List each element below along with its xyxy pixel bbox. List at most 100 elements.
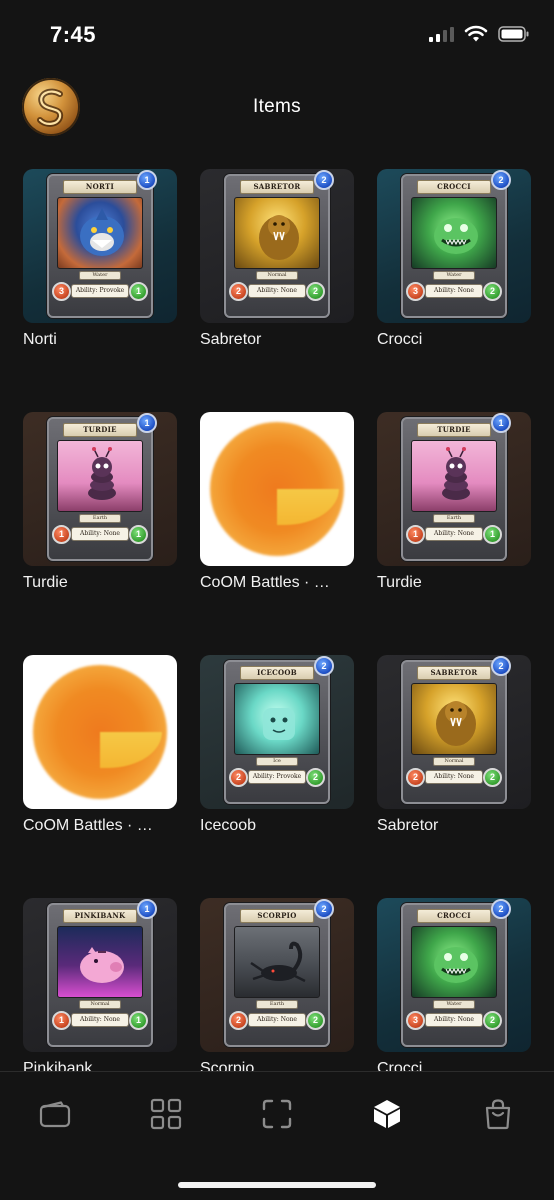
card-health: 1 xyxy=(129,525,148,544)
card-type: Water xyxy=(79,271,121,280)
tab-grid[interactable] xyxy=(146,1094,186,1134)
creature-art xyxy=(411,926,497,998)
home-indicator[interactable] xyxy=(178,1182,376,1188)
card-name: TURDIE xyxy=(417,423,491,437)
card-name: NORTI xyxy=(63,180,137,194)
item-tile[interactable]: ICECOOB 2 Ice 2 Ability: Provoke 2 Iceco… xyxy=(200,655,354,835)
card-cost: 1 xyxy=(137,170,157,190)
card-health: 1 xyxy=(129,1011,148,1030)
item-label: CoOM Battles · … xyxy=(23,817,153,834)
card-type: Water xyxy=(433,1000,475,1009)
game-card: SABRETOR 2 Normal 2 Ability: None 2 xyxy=(401,656,511,804)
game-card: NORTI 1 Water 3 Ability: Provoke 1 xyxy=(47,170,157,318)
game-card: CROCCI 2 Water 3 Ability: None 2 xyxy=(401,899,511,1047)
card-cost: 2 xyxy=(491,656,511,676)
signal-icon xyxy=(429,26,454,42)
card-cost: 1 xyxy=(137,413,157,433)
card-health: 2 xyxy=(483,1011,502,1030)
card-health: 2 xyxy=(483,282,502,301)
card-attack: 2 xyxy=(229,1011,248,1030)
item-thumbnail: CROCCI 2 Water 3 Ability: None 2 xyxy=(377,169,531,323)
item-tile[interactable]: TURDIE 1 Earth 1 Ability: None 1 Turdie xyxy=(377,412,531,592)
card-ability: Ability: None xyxy=(425,527,483,541)
item-tile[interactable]: SCORPIO 2 Earth 2 Ability: None 2 Scorpi… xyxy=(200,898,354,1078)
tab-wallet[interactable] xyxy=(35,1094,75,1134)
game-card: CROCCI 2 Water 3 Ability: None 2 xyxy=(401,170,511,318)
item-tile[interactable]: NORTI 1 Water 3 Ability: Provoke 1 Norti xyxy=(23,169,177,349)
card-type: Water xyxy=(433,271,475,280)
bottom-tab-bar xyxy=(0,1071,554,1200)
item-tile[interactable]: CROCCI 2 Water 3 Ability: None 2 Crocci xyxy=(377,169,531,349)
card-cost: 2 xyxy=(314,899,334,919)
card-ability: Ability: None xyxy=(425,770,483,784)
card-type: Earth xyxy=(79,514,121,523)
status-icons xyxy=(429,25,530,43)
status-time: 7:45 xyxy=(50,22,97,47)
item-thumbnail xyxy=(23,655,177,809)
item-tile[interactable]: TURDIE 1 Earth 1 Ability: None 1 Turdie xyxy=(23,412,177,592)
item-label: CoOM Battles · … xyxy=(200,574,330,591)
card-attack: 2 xyxy=(229,282,248,301)
creature-art xyxy=(57,926,143,998)
tab-items[interactable] xyxy=(367,1094,407,1134)
item-thumbnail xyxy=(200,412,354,566)
creature-art xyxy=(234,197,320,269)
item-thumbnail: TURDIE 1 Earth 1 Ability: None 1 xyxy=(23,412,177,566)
game-card: TURDIE 1 Earth 1 Ability: None 1 xyxy=(401,413,511,561)
card-attack: 3 xyxy=(52,282,71,301)
card-name: SABRETOR xyxy=(240,180,314,194)
item-tile[interactable]: CoOM Battles · … xyxy=(23,655,177,835)
card-cost: 1 xyxy=(491,413,511,433)
card-attack: 1 xyxy=(52,525,71,544)
grid-icon xyxy=(150,1098,182,1130)
game-card: PINKIBANK 1 Normal 1 Ability: None 1 xyxy=(47,899,157,1047)
card-name: CROCCI xyxy=(417,909,491,923)
creature-art xyxy=(57,197,143,269)
item-tile[interactable]: PINKIBANK 1 Normal 1 Ability: None 1 Pin… xyxy=(23,898,177,1078)
card-cost: 2 xyxy=(314,170,334,190)
creature-art xyxy=(234,683,320,755)
item-tile[interactable]: CoOM Battles · … xyxy=(200,412,354,592)
card-ability: Ability: None xyxy=(71,527,129,541)
tab-scan[interactable] xyxy=(257,1094,297,1134)
item-tile[interactable]: SABRETOR 2 Normal 2 Ability: None 2 Sabr… xyxy=(377,655,531,835)
item-label: Norti xyxy=(23,331,57,348)
card-type: Normal xyxy=(79,1000,121,1009)
item-label: Sabretor xyxy=(377,817,439,834)
item-label: Crocci xyxy=(377,331,423,348)
items-grid: NORTI 1 Water 3 Ability: Provoke 1 Norti… xyxy=(23,169,531,1078)
header: Items xyxy=(0,74,554,140)
battery-icon xyxy=(498,26,529,42)
cube-icon xyxy=(374,1100,400,1128)
card-health: 1 xyxy=(129,282,148,301)
card-ability: Ability: None xyxy=(248,1013,306,1027)
item-thumbnail: SCORPIO 2 Earth 2 Ability: None 2 xyxy=(200,898,354,1052)
item-thumbnail: TURDIE 1 Earth 1 Ability: None 1 xyxy=(377,412,531,566)
status-bar: 7:45 xyxy=(0,0,554,70)
item-thumbnail: CROCCI 2 Water 3 Ability: None 2 xyxy=(377,898,531,1052)
item-thumbnail: SABRETOR 2 Normal 2 Ability: None 2 xyxy=(200,169,354,323)
card-health: 2 xyxy=(306,1011,325,1030)
card-ability: Ability: Provoke xyxy=(71,284,129,298)
tab-shop[interactable] xyxy=(478,1094,518,1134)
card-attack: 2 xyxy=(229,768,248,787)
card-health: 2 xyxy=(483,768,502,787)
item-tile[interactable]: SABRETOR 2 Normal 2 Ability: None 2 Sabr… xyxy=(200,169,354,349)
card-name: TURDIE xyxy=(63,423,137,437)
card-health: 2 xyxy=(306,768,325,787)
game-card: ICECOOB 2 Ice 2 Ability: Provoke 2 xyxy=(224,656,334,804)
scan-icon xyxy=(262,1099,292,1129)
wifi-icon xyxy=(464,25,488,42)
card-health: 2 xyxy=(306,282,325,301)
item-thumbnail: PINKIBANK 1 Normal 1 Ability: None 1 xyxy=(23,898,177,1052)
card-name: PINKIBANK xyxy=(63,909,137,923)
creature-art xyxy=(411,197,497,269)
card-ability: Ability: Provoke xyxy=(248,770,306,784)
card-cost: 2 xyxy=(491,899,511,919)
item-tile[interactable]: CROCCI 2 Water 3 Ability: None 2 Crocci xyxy=(377,898,531,1078)
card-ability: Ability: None xyxy=(71,1013,129,1027)
shopping-bag-icon xyxy=(485,1099,511,1130)
card-type: Earth xyxy=(256,1000,298,1009)
item-label: Turdie xyxy=(23,574,68,591)
card-name: CROCCI xyxy=(417,180,491,194)
